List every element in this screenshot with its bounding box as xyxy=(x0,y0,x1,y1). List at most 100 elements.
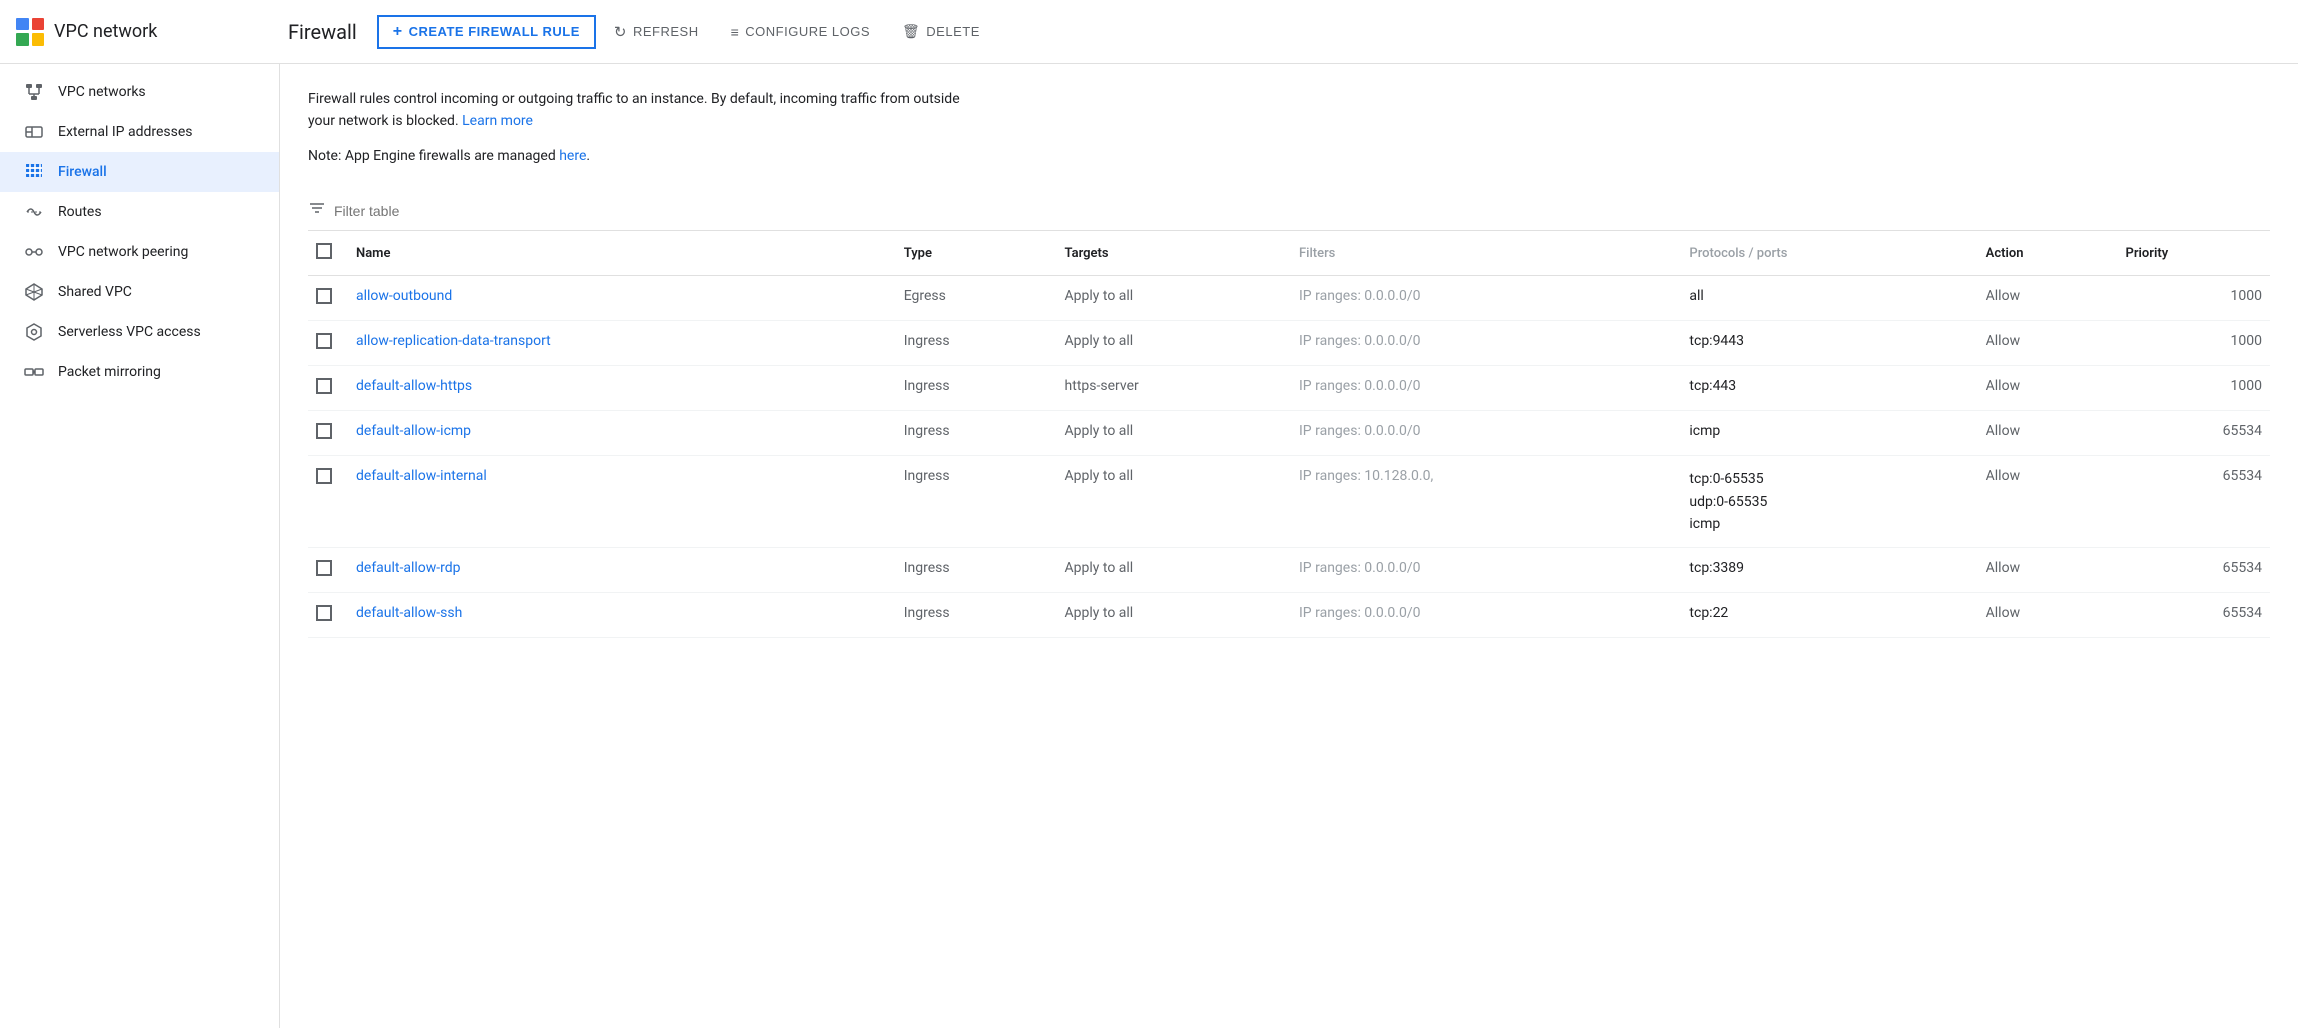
row-checkbox-5[interactable] xyxy=(308,548,348,593)
row-filters: IP ranges: 0.0.0.0/0 xyxy=(1291,548,1681,593)
routes-icon xyxy=(24,202,44,222)
row-checkbox-1[interactable] xyxy=(308,321,348,366)
filter-input[interactable] xyxy=(334,203,534,219)
row-type: Ingress xyxy=(896,366,1057,411)
page-title: Firewall xyxy=(288,20,357,44)
row-targets: Apply to all xyxy=(1057,321,1291,366)
firewall-rule-name-link[interactable]: default-allow-icmp xyxy=(356,423,471,439)
table-row: allow-outboundEgressApply to allIP range… xyxy=(308,276,2270,321)
row-checkbox-box[interactable] xyxy=(316,378,332,394)
row-checkbox-box[interactable] xyxy=(316,288,332,304)
sidebar-item-vpc-peering[interactable]: VPC network peering xyxy=(0,232,279,272)
sidebar-item-vpc-networks[interactable]: VPC networks xyxy=(0,72,279,112)
sidebar-label-external-ip: External IP addresses xyxy=(58,124,193,140)
row-protocols: tcp:22 xyxy=(1681,593,1977,638)
firewall-rule-name-link[interactable]: allow-outbound xyxy=(356,288,452,304)
learn-more-link[interactable]: Learn more xyxy=(462,113,533,129)
row-checkbox-box[interactable] xyxy=(316,468,332,484)
configure-logs-button[interactable]: ≡ CONFIGURE LOGS xyxy=(717,18,884,46)
row-checkbox-box[interactable] xyxy=(316,605,332,621)
sidebar: VPC networks External IP addresses xyxy=(0,64,280,1028)
row-checkbox-3[interactable] xyxy=(308,411,348,456)
delete-label: DELETE xyxy=(926,24,980,39)
row-checkbox-6[interactable] xyxy=(308,593,348,638)
row-protocols: tcp:9443 xyxy=(1681,321,1977,366)
col-header-name: Name xyxy=(348,231,896,276)
serverless-icon xyxy=(24,322,44,342)
row-priority: 65534 xyxy=(2118,548,2270,593)
row-type: Ingress xyxy=(896,548,1057,593)
firewall-rule-name-link[interactable]: allow-replication-data-transport xyxy=(356,333,551,349)
sidebar-item-firewall[interactable]: Firewall xyxy=(0,152,279,192)
packet-icon xyxy=(24,362,44,382)
row-targets: Apply to all xyxy=(1057,548,1291,593)
row-targets: Apply to all xyxy=(1057,411,1291,456)
row-targets: https-server xyxy=(1057,366,1291,411)
row-checkbox-box[interactable] xyxy=(316,423,332,439)
row-name: default-allow-ssh xyxy=(348,593,896,638)
sidebar-item-external-ip[interactable]: External IP addresses xyxy=(0,112,279,152)
refresh-button[interactable]: ↻ REFRESH xyxy=(600,17,713,47)
firewall-rule-name-link[interactable]: default-allow-rdp xyxy=(356,560,461,576)
network-icon xyxy=(24,82,44,102)
table-header-row: Name Type Targets Filters Protocols / po… xyxy=(308,231,2270,276)
sidebar-label-shared-vpc: Shared VPC xyxy=(58,284,132,300)
row-checkbox-box[interactable] xyxy=(316,560,332,576)
here-link[interactable]: here xyxy=(559,148,586,164)
plus-icon: + xyxy=(393,23,403,41)
configure-logs-icon: ≡ xyxy=(731,24,740,40)
row-priority: 65534 xyxy=(2118,456,2270,548)
logo-cell-4 xyxy=(32,33,45,46)
row-priority: 1000 xyxy=(2118,276,2270,321)
delete-button[interactable]: 🗑 DELETE xyxy=(888,17,994,46)
row-checkbox-2[interactable] xyxy=(308,366,348,411)
row-filters: IP ranges: 10.128.0.0, xyxy=(1291,456,1681,548)
select-all-checkbox-header[interactable] xyxy=(308,231,348,276)
firewall-rule-name-link[interactable]: default-allow-ssh xyxy=(356,605,462,621)
row-filters: IP ranges: 0.0.0.0/0 xyxy=(1291,276,1681,321)
row-filters: IP ranges: 0.0.0.0/0 xyxy=(1291,411,1681,456)
sidebar-item-routes[interactable]: Routes xyxy=(0,192,279,232)
col-header-protocols: Protocols / ports xyxy=(1681,231,1977,276)
create-button-label: CREATE FIREWALL RULE xyxy=(409,24,580,39)
filter-icon xyxy=(308,199,326,222)
col-header-type: Type xyxy=(896,231,1057,276)
header-checkbox[interactable] xyxy=(316,243,332,259)
sidebar-item-shared-vpc[interactable]: Shared VPC xyxy=(0,272,279,312)
row-checkbox-box[interactable] xyxy=(316,333,332,349)
row-filters: IP ranges: 0.0.0.0/0 xyxy=(1291,321,1681,366)
row-name: default-allow-rdp xyxy=(348,548,896,593)
sidebar-label-vpc-peering: VPC network peering xyxy=(58,244,188,260)
row-filters: IP ranges: 0.0.0.0/0 xyxy=(1291,593,1681,638)
shared-icon xyxy=(24,282,44,302)
main-layout: VPC networks External IP addresses xyxy=(0,64,2298,1028)
firewall-table: Name Type Targets Filters Protocols / po… xyxy=(308,231,2270,638)
row-action: Allow xyxy=(1978,321,2118,366)
row-priority: 1000 xyxy=(2118,366,2270,411)
sidebar-label-routes: Routes xyxy=(58,204,102,220)
row-protocols: tcp:0-65535udp:0-65535icmp xyxy=(1681,456,1977,548)
row-checkbox-4[interactable] xyxy=(308,456,348,548)
create-firewall-rule-button[interactable]: + CREATE FIREWALL RULE xyxy=(377,15,596,49)
row-action: Allow xyxy=(1978,411,2118,456)
firewall-rule-name-link[interactable]: default-allow-internal xyxy=(356,468,487,484)
refresh-label: REFRESH xyxy=(633,24,699,39)
description-text: Firewall rules control incoming or outgo… xyxy=(308,88,988,133)
row-name: allow-replication-data-transport xyxy=(348,321,896,366)
sidebar-label-serverless-vpc: Serverless VPC access xyxy=(58,324,201,340)
row-checkbox-0[interactable] xyxy=(308,276,348,321)
logo-grid-icon xyxy=(16,18,44,46)
sidebar-item-serverless-vpc[interactable]: Serverless VPC access xyxy=(0,312,279,352)
row-action: Allow xyxy=(1978,366,2118,411)
refresh-icon: ↻ xyxy=(614,23,627,41)
sidebar-item-packet-mirroring[interactable]: Packet mirroring xyxy=(0,352,279,392)
main-content: Firewall rules control incoming or outgo… xyxy=(280,64,2298,1028)
col-header-priority: Priority xyxy=(2118,231,2270,276)
firewall-rule-name-link[interactable]: default-allow-https xyxy=(356,378,472,394)
delete-icon: 🗑 xyxy=(902,23,920,40)
row-priority: 65534 xyxy=(2118,593,2270,638)
row-targets: Apply to all xyxy=(1057,276,1291,321)
logo-cell-1 xyxy=(16,18,29,31)
table-row: allow-replication-data-transportIngressA… xyxy=(308,321,2270,366)
logo-cell-2 xyxy=(32,18,45,31)
